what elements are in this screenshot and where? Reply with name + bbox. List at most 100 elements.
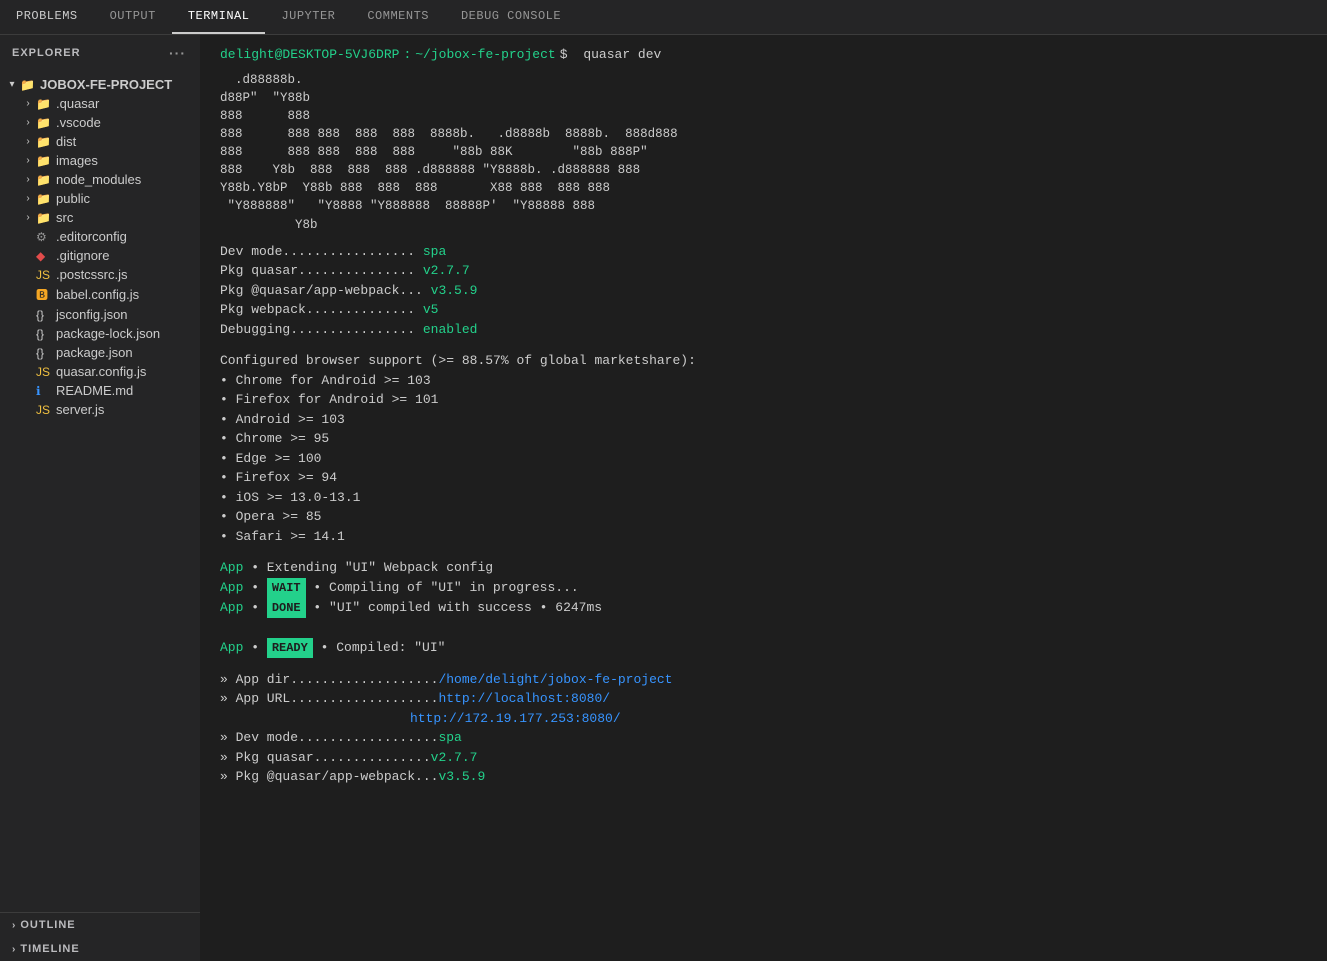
pkg-app-webpack-line: Pkg @quasar/app-webpack... v3.5.9 (220, 281, 1307, 301)
js-icon: JS (36, 365, 52, 379)
main-area: EXPLORER ··· ▾ 📁 JOBOX-FE-PROJECT › 📁 .q… (0, 35, 1327, 961)
app-dir-line: » App dir.................../home/deligh… (220, 670, 1307, 690)
file-name: server.js (56, 402, 200, 417)
chevron-right-icon: › (20, 98, 36, 109)
tab-comments[interactable]: COMMENTS (351, 0, 445, 34)
folder-icon: 📁 (36, 173, 52, 187)
folder-icon: 📁 (36, 154, 52, 168)
file-name: README.md (56, 383, 200, 398)
app-wait-line: App • WAIT • Compiling of "UI" in progre… (220, 578, 1307, 598)
app-url-value1: http://localhost:8080/ (438, 691, 610, 706)
folder-icon: 📁 (36, 116, 52, 130)
pkg-quasar-value: v2.7.7 (423, 263, 470, 278)
folder-icon: 📁 (36, 192, 52, 206)
wait-badge: WAIT (267, 578, 306, 598)
file-name: node_modules (56, 172, 200, 187)
file-images-folder[interactable]: › 📁 images (0, 151, 200, 170)
project-name: JOBOX-FE-PROJECT (40, 77, 200, 92)
file-name: jsconfig.json (56, 307, 200, 322)
git-icon: ◆ (36, 249, 52, 263)
file-gitignore[interactable]: ◆ .gitignore (0, 246, 200, 265)
dev-mode2-value: spa (438, 730, 461, 745)
file-babel-config[interactable]: 🅱 babel.config.js (0, 284, 200, 305)
dev-mode2-line: » Dev mode..................spa (220, 728, 1307, 748)
sidebar-bottom: › OUTLINE › TIMELINE (0, 912, 200, 961)
file-dist-folder[interactable]: › 📁 dist (0, 132, 200, 151)
file-src-folder[interactable]: › 📁 src (0, 208, 200, 227)
info-section: Dev mode................. spa Pkg quasar… (220, 242, 1307, 340)
sidebar-outline[interactable]: › OUTLINE (0, 913, 200, 937)
sidebar-header-icons: ··· (167, 43, 188, 63)
json-icon: {} (36, 327, 52, 341)
file-name: dist (56, 134, 200, 149)
browser-list: • Chrome for Android >= 103 • Firefox fo… (220, 371, 1307, 547)
terminal-prompt-line: delight@DESKTOP-5VJ6DRP:~/jobox-fe-proje… (220, 45, 1307, 65)
pkg-quasar2-line: » Pkg quasar...............v2.7.7 (220, 748, 1307, 768)
chevron-right-icon: › (20, 155, 36, 166)
tab-debug-console[interactable]: DEBUG CONSOLE (445, 0, 577, 34)
explorer-label: EXPLORER (12, 47, 81, 59)
pkg-app-webpack-value: v3.5.9 (431, 283, 478, 298)
file-quasar-config[interactable]: JS quasar.config.js (0, 362, 200, 381)
folder-icon: 📁 (36, 97, 52, 111)
app-dir-section: » App dir.................../home/deligh… (220, 670, 1307, 787)
browser-item: • iOS >= 13.0-13.1 (220, 488, 1307, 508)
file-name: src (56, 210, 200, 225)
browser-item: • Opera >= 85 (220, 507, 1307, 527)
file-public-folder[interactable]: › 📁 public (0, 189, 200, 208)
file-name: public (56, 191, 200, 206)
chevron-right-icon: › (20, 193, 36, 204)
terminal-prompt-path: ~/jobox-fe-project (415, 45, 555, 65)
tab-output[interactable]: OUTPUT (94, 0, 172, 34)
tab-terminal[interactable]: TERMINAL (172, 0, 266, 34)
browser-support-header: Configured browser support (>= 88.57% of… (220, 351, 1307, 371)
file-quasar-folder[interactable]: › 📁 .quasar (0, 94, 200, 113)
dev-mode-line: Dev mode................. spa (220, 242, 1307, 262)
babel-icon: 🅱 (36, 286, 52, 303)
file-postcssrc[interactable]: JS .postcssrc.js (0, 265, 200, 284)
js-icon: JS (36, 403, 52, 417)
app-url-value2: http://172.19.177.253:8080/ (410, 711, 621, 726)
file-package-json[interactable]: {} package.json (0, 343, 200, 362)
debugging-line: Debugging................ enabled (220, 320, 1307, 340)
tab-jupyter[interactable]: JUPYTER (265, 0, 351, 34)
browser-item: • Chrome >= 95 (220, 429, 1307, 449)
file-package-lock-json[interactable]: {} package-lock.json (0, 324, 200, 343)
file-editorconfig[interactable]: ⚙ .editorconfig (0, 227, 200, 246)
browser-item: • Edge >= 100 (220, 449, 1307, 469)
file-name: babel.config.js (56, 287, 200, 302)
tab-bar: PROBLEMS OUTPUT TERMINAL JUPYTER COMMENT… (0, 0, 1327, 35)
file-readme[interactable]: ℹ README.md (0, 381, 200, 400)
outline-label: OUTLINE (20, 919, 75, 931)
file-vscode-folder[interactable]: › 📁 .vscode (0, 113, 200, 132)
file-name: .editorconfig (56, 229, 200, 244)
sidebar-timeline[interactable]: › TIMELINE (0, 937, 200, 961)
app-ready-section: App • READY • Compiled: "UI" (220, 638, 1307, 658)
terminal-prompt-cmd: quasar dev (583, 45, 661, 65)
file-tree: ▾ 📁 JOBOX-FE-PROJECT › 📁 .quasar › 📁 .vs… (0, 71, 200, 912)
file-node-modules-folder[interactable]: › 📁 node_modules (0, 170, 200, 189)
done-badge: DONE (267, 598, 306, 618)
browser-support-section: Configured browser support (>= 88.57% of… (220, 351, 1307, 546)
file-name: .gitignore (56, 248, 200, 263)
folder-icon: 📁 (20, 78, 36, 92)
json-icon: {} (36, 346, 52, 360)
app-done-line: App • DONE • "UI" compiled with success … (220, 598, 1307, 618)
chevron-down-icon: ▾ (4, 79, 20, 90)
file-server-js[interactable]: JS server.js (0, 400, 200, 419)
browser-item: • Chrome for Android >= 103 (220, 371, 1307, 391)
ready-badge: READY (267, 638, 313, 658)
gear-icon: ⚙ (36, 230, 52, 244)
app-ready-line: App • READY • Compiled: "UI" (220, 638, 1307, 658)
browser-item: • Android >= 103 (220, 410, 1307, 430)
browser-item: • Firefox for Android >= 101 (220, 390, 1307, 410)
app-extending-line: App • Extending "UI" Webpack config (220, 558, 1307, 578)
terminal-area[interactable]: delight@DESKTOP-5VJ6DRP:~/jobox-fe-proje… (200, 35, 1327, 961)
more-options-icon[interactable]: ··· (167, 43, 188, 63)
terminal-prompt-sep: : (403, 45, 411, 65)
file-jsconfig-json[interactable]: {} jsconfig.json (0, 305, 200, 324)
pkg-quasar-line: Pkg quasar............... v2.7.7 (220, 261, 1307, 281)
tab-problems[interactable]: PROBLEMS (0, 0, 94, 34)
project-root[interactable]: ▾ 📁 JOBOX-FE-PROJECT (0, 75, 200, 94)
chevron-right-icon: › (12, 944, 16, 955)
